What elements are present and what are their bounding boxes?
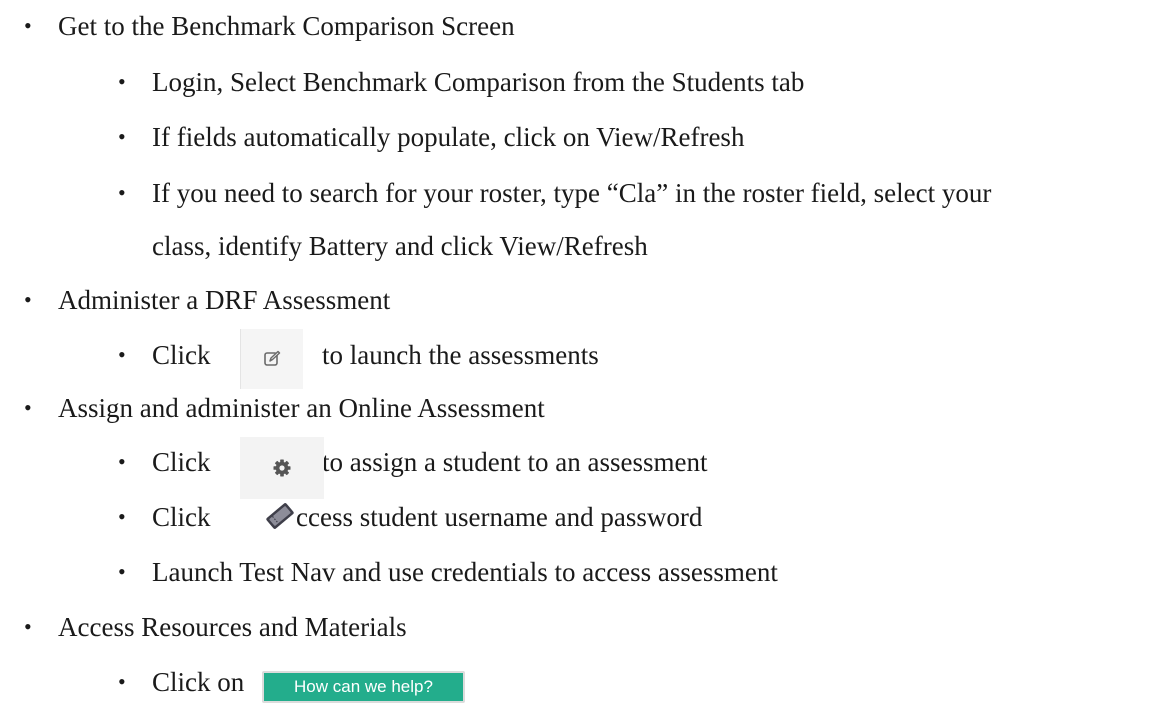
bullet: • — [118, 504, 126, 529]
ticket-button[interactable] — [263, 500, 297, 532]
list-item-text: ccess student username and password — [296, 502, 703, 532]
section-title: Access Resources and Materials — [58, 612, 407, 642]
list-item-text: If you need to search for your roster, t… — [152, 178, 992, 208]
list-item-text: class, identify Battery and click View/R… — [152, 231, 648, 261]
gear-icon — [273, 459, 291, 477]
section-title: Get to the Benchmark Comparison Screen — [58, 11, 515, 41]
ticket-icon — [266, 503, 294, 529]
list-item-text: to launch the assessments — [322, 340, 599, 370]
bullet: • — [118, 449, 126, 474]
bullet: • — [24, 287, 32, 312]
list-item-text: Login, Select Benchmark Comparison from … — [152, 67, 805, 97]
bullet: • — [24, 395, 32, 420]
list-item-text: to assign a student to an assessment — [322, 447, 708, 477]
list-item-text: Launch Test Nav and use credentials to a… — [152, 557, 778, 587]
section-title: Administer a DRF Assessment — [58, 285, 391, 315]
list-item-text: If fields automatically populate, click … — [152, 122, 745, 152]
edit-icon — [264, 350, 281, 366]
edit-button[interactable] — [240, 329, 303, 389]
bullet: • — [118, 69, 126, 94]
bullet: • — [24, 13, 32, 38]
list-item-text: Click — [152, 340, 211, 370]
list-item-text: Click — [152, 447, 211, 477]
bullet: • — [24, 614, 32, 639]
section-title: Assign and administer an Online Assessme… — [58, 393, 545, 423]
list-item-text: Click on — [152, 667, 245, 697]
bullet: • — [118, 559, 126, 584]
bullet: • — [118, 342, 126, 367]
bullet: • — [118, 669, 126, 694]
assign-button[interactable] — [240, 437, 324, 499]
bullet: • — [118, 124, 126, 149]
list-item-text: Click — [152, 502, 211, 532]
bullet: • — [118, 180, 126, 205]
how-can-we-help-button[interactable]: How can we help? — [262, 671, 465, 703]
